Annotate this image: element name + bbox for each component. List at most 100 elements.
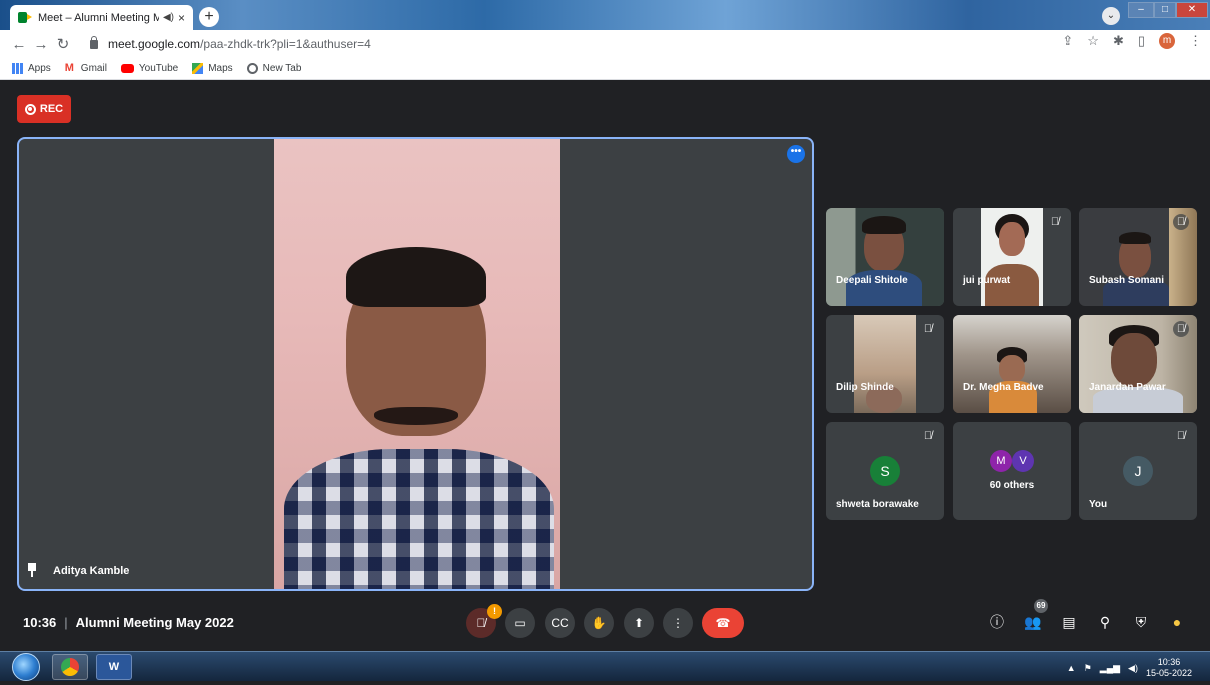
bookmark-label: New Tab	[262, 63, 302, 74]
maximize-icon[interactable]: □	[1154, 2, 1176, 18]
reload-icon[interactable]: ↻	[52, 35, 74, 53]
main-speaker-name: Aditya Kamble	[53, 565, 130, 577]
participant-initial-avatar: S	[870, 456, 900, 486]
profile-avatar[interactable]: m	[1159, 33, 1175, 49]
volume-icon[interactable]: ◀)	[1128, 663, 1138, 674]
bookmarks-bar: Apps M Gmail YouTube Maps New Tab	[0, 58, 1210, 80]
captions-button[interactable]: CC	[545, 608, 575, 638]
apps-grid-icon	[12, 63, 23, 74]
muted-mic-icon: 🎙̸	[923, 430, 933, 442]
participant-tile[interactable]: Deepali Shitole	[826, 208, 944, 306]
raise-hand-button[interactable]: ✋	[584, 608, 614, 638]
bookmark-label: Maps	[208, 63, 233, 74]
address-bar[interactable]: meet.google.com/paa-zhdk-trk?pli=1&authu…	[90, 35, 1090, 53]
pin-icon[interactable]	[27, 563, 37, 577]
participant-initial-avatar: M	[990, 450, 1012, 472]
sidepanel-icon[interactable]: ▯	[1138, 33, 1145, 49]
bookmark-newtab[interactable]: New Tab	[246, 63, 302, 74]
others-tile[interactable]: M V 60 others	[953, 422, 1071, 520]
youtube-icon	[120, 64, 134, 73]
present-screen-button[interactable]: ⬆	[624, 608, 654, 638]
recording-label: REC	[39, 103, 64, 115]
participant-name: shweta borawake	[836, 499, 919, 510]
system-tray: ▲ ⚑ ▂▄▆ ◀) 10:36 15-05-2022	[1067, 657, 1192, 679]
participant-name: Subash Somani	[1089, 275, 1165, 286]
url-host: meet.google.com	[108, 37, 201, 51]
browser-tab[interactable]: Meet – Alumni Meeting May ◀) ×	[10, 5, 193, 30]
participant-initial-avatar: V	[1012, 450, 1034, 472]
chat-icon[interactable]: ▤	[1058, 611, 1080, 633]
people-icon[interactable]: 👥	[1022, 611, 1044, 633]
os-taskbar: W ▲ ⚑ ▂▄▆ ◀) 10:36 15-05-2022	[0, 651, 1210, 681]
browser-menu-icon[interactable]: ⋮	[1189, 33, 1202, 49]
muted-mic-icon: 🎙̸	[1176, 430, 1186, 442]
meeting-details-icon[interactable]: ⓘ	[986, 611, 1008, 633]
participant-tile[interactable]: 🎙̸ Dilip Shinde	[826, 315, 944, 413]
recording-badge[interactable]: REC	[17, 95, 71, 123]
meeting-time: 10:36	[23, 615, 57, 630]
lock-icon[interactable]	[90, 35, 98, 49]
participant-tile[interactable]: 🎙̸ Subash Somani	[1079, 208, 1197, 306]
back-icon[interactable]: ←	[8, 36, 30, 53]
muted-mic-icon: 🎙̸	[1050, 216, 1060, 228]
bookmark-star-icon[interactable]: ☆	[1087, 33, 1099, 49]
warning-badge-icon: !	[487, 604, 502, 619]
tray-expand-icon[interactable]: ▲	[1067, 663, 1076, 673]
participant-tile[interactable]: 🎙̸ jui purwat	[953, 208, 1071, 306]
participant-tile[interactable]: 🎙̸ Janardan Pawar	[1079, 315, 1197, 413]
muted-mic-icon: 🎙̸	[1173, 214, 1189, 230]
others-count-label: 60 others	[989, 480, 1035, 491]
tab-close-icon[interactable]: ×	[178, 11, 185, 25]
companion-mode-icon[interactable]: ●	[1166, 611, 1188, 633]
more-options-button[interactable]: ⋮	[663, 608, 693, 638]
bookmark-youtube[interactable]: YouTube	[120, 63, 179, 74]
tab-title: Meet – Alumni Meeting May	[38, 11, 159, 24]
muted-mic-icon: 🎙̸	[923, 323, 933, 335]
camera-button[interactable]: ▭	[505, 608, 535, 638]
tab-search-icon[interactable]: ⌄	[1102, 7, 1120, 25]
participant-tile[interactable]: S 🎙̸ shweta borawake	[826, 422, 944, 520]
bookmark-label: Apps	[28, 63, 51, 74]
forward-icon[interactable]: →	[30, 36, 52, 53]
meeting-title: Alumni Meeting May 2022	[75, 615, 234, 630]
bookmark-apps[interactable]: Apps	[12, 63, 51, 74]
participant-face	[1111, 333, 1157, 387]
people-count-badge: 69	[1034, 599, 1048, 613]
flag-icon[interactable]: ⚑	[1084, 663, 1092, 674]
record-icon	[24, 103, 36, 115]
participant-face	[999, 222, 1025, 256]
word-taskbar-icon[interactable]: W	[96, 654, 132, 680]
self-initial-avatar: J	[1123, 456, 1153, 486]
participant-name: Dr. Megha Badve	[963, 382, 1044, 393]
url-path: /paa-zhdk-trk?pli=1&authuser=4	[200, 37, 371, 51]
main-speaker-tile[interactable]: ••• Aditya Kamble	[17, 137, 814, 591]
bookmark-label: Gmail	[80, 63, 107, 74]
minimize-icon[interactable]: –	[1128, 2, 1154, 18]
start-menu-icon[interactable]	[12, 653, 40, 681]
new-tab-button[interactable]: +	[199, 7, 219, 27]
close-window-icon[interactable]: ✕	[1176, 2, 1208, 18]
share-icon[interactable]: ⇪	[1062, 33, 1073, 49]
host-controls-icon[interactable]: ⛨	[1130, 611, 1152, 633]
globe-icon	[246, 63, 258, 74]
chrome-taskbar-icon[interactable]	[52, 654, 88, 680]
participant-face	[999, 355, 1025, 383]
end-call-button[interactable]: ☎	[702, 608, 744, 638]
window-controls: – □ ✕	[1128, 2, 1208, 18]
audio-playing-icon[interactable]: ◀)	[163, 12, 174, 23]
bookmark-label: YouTube	[138, 63, 179, 74]
tile-more-options-icon[interactable]: •••	[787, 145, 805, 163]
speaker-hair	[346, 247, 486, 307]
browser-right-tools: ⇪ ☆ ✱ ▯ m ⋮	[1062, 33, 1202, 49]
system-clock[interactable]: 10:36 15-05-2022	[1146, 657, 1192, 679]
signal-icon[interactable]: ▂▄▆	[1100, 663, 1120, 674]
self-tile[interactable]: J 🎙̸ You	[1079, 422, 1197, 520]
extensions-icon[interactable]: ✱	[1113, 33, 1124, 49]
browser-tabstrip: Meet – Alumni Meeting May ◀) × + ⌄ – □ ✕	[0, 0, 1210, 30]
activities-icon[interactable]: ⚲	[1094, 611, 1116, 633]
main-speaker-video	[274, 139, 560, 589]
participant-name: You	[1089, 499, 1108, 510]
bookmark-maps[interactable]: Maps	[192, 63, 233, 74]
participant-tile[interactable]: Dr. Megha Badve	[953, 315, 1071, 413]
bookmark-gmail[interactable]: M Gmail	[65, 63, 107, 75]
